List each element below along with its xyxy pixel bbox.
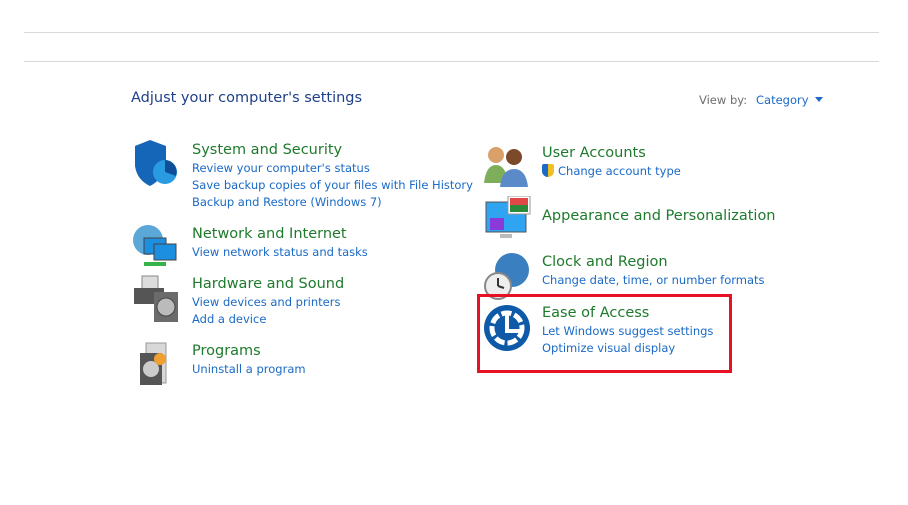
chevron-down-icon	[814, 97, 823, 102]
file-history-link[interactable]: Save backup copies of your files with Fi…	[192, 177, 473, 194]
display-palette-icon	[485, 196, 531, 238]
programs-title[interactable]: Programs	[192, 341, 306, 361]
view-by-value: Category	[756, 93, 809, 107]
programs-icon	[140, 342, 167, 385]
devices-printers-link[interactable]: View devices and printers	[192, 294, 344, 311]
divider-top	[24, 32, 879, 33]
hardware-sound-title[interactable]: Hardware and Sound	[192, 274, 344, 294]
date-time-formats-link[interactable]: Change date, time, or number formats	[542, 272, 765, 289]
review-status-link[interactable]: Review your computer's status	[192, 160, 473, 177]
network-internet-title[interactable]: Network and Internet	[192, 224, 368, 244]
divider-bottom	[24, 61, 879, 62]
uninstall-program-link[interactable]: Uninstall a program	[192, 361, 306, 378]
backup-restore-link[interactable]: Backup and Restore (Windows 7)	[192, 194, 473, 211]
page-title: Adjust your computer's settings	[131, 90, 363, 106]
appearance-title[interactable]: Appearance and Personalization	[542, 206, 776, 226]
network-status-link[interactable]: View network status and tasks	[192, 244, 368, 261]
network-icon	[133, 225, 177, 266]
add-device-link[interactable]: Add a device	[192, 311, 344, 328]
change-account-type-link[interactable]: Change account type	[542, 163, 681, 180]
users-icon	[484, 147, 528, 187]
view-by-label: View by:	[699, 93, 748, 107]
printer-speaker-icon	[134, 275, 178, 322]
clock-region-title[interactable]: Clock and Region	[542, 252, 765, 272]
change-account-type-label: Change account type	[558, 164, 681, 178]
view-by-dropdown[interactable]: Category	[756, 93, 823, 107]
shield-icon	[135, 140, 177, 186]
user-accounts-title[interactable]: User Accounts	[542, 143, 681, 163]
system-security-title[interactable]: System and Security	[192, 140, 473, 160]
uac-shield-icon	[542, 164, 554, 177]
highlight-box	[477, 294, 732, 373]
